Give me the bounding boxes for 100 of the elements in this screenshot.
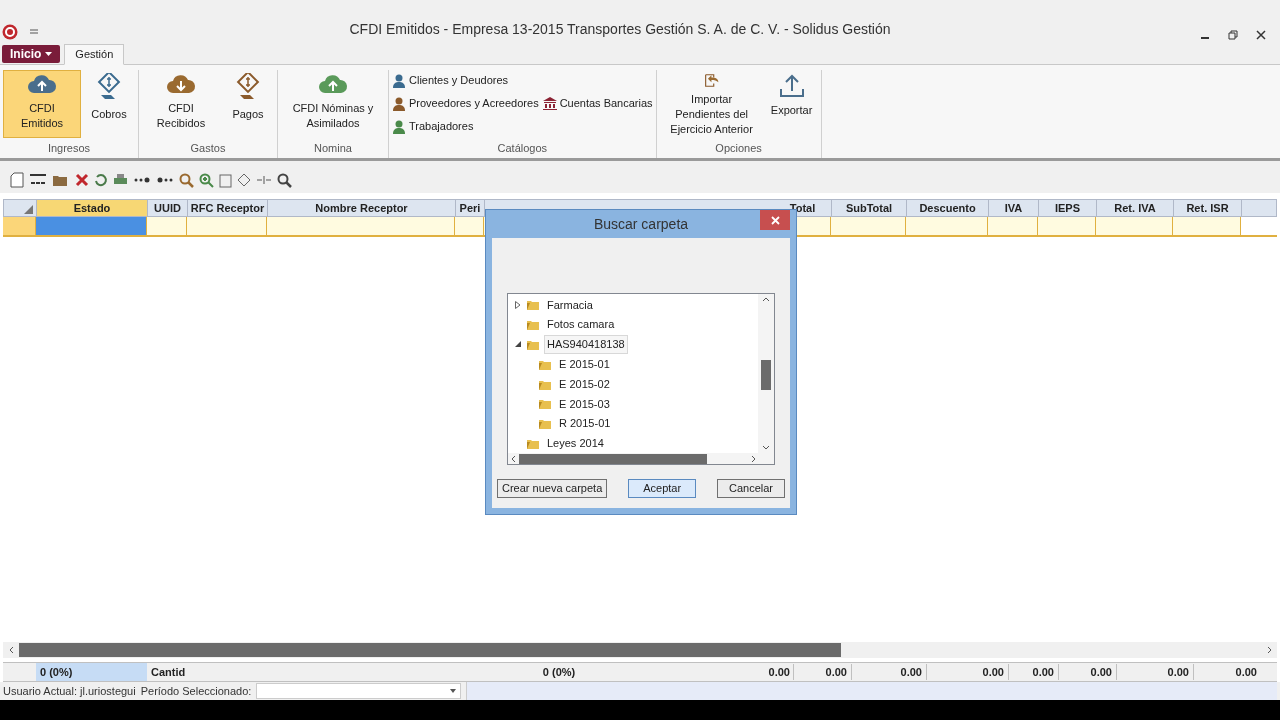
grid-cell[interactable] [36,217,147,235]
horizontal-scrollbar[interactable] [508,453,774,464]
period-label: Período Seleccionado: [140,683,252,699]
grid-cell[interactable] [455,217,484,235]
grid-cell[interactable] [1096,217,1173,235]
total-label: Cantid [150,664,187,680]
catalog-button[interactable]: Clientes y Deudores [392,72,539,89]
app-logo-icon [2,24,18,40]
group-label: Opciones [714,140,763,156]
dots-icon[interactable] [156,177,174,183]
dots-icon[interactable] [133,177,151,183]
catalog-button[interactable]: Cuentas Bancarias [542,95,653,112]
total-value: 0.00 [793,663,851,681]
catalog-button[interactable]: Trabajadores [392,118,539,135]
total-value: 0.00 [1008,663,1058,681]
grid-cell[interactable] [1038,217,1096,235]
grid-cell[interactable] [1173,217,1241,235]
scroll-right-icon[interactable] [1266,646,1272,654]
dialog-button[interactable]: Cancelar [717,479,785,498]
search-icon[interactable] [277,172,292,188]
grid-cell[interactable] [267,217,455,235]
folder-item[interactable]: E 2015-02 [556,374,613,394]
horizontal-scrollbar[interactable] [3,642,1277,658]
folder-item[interactable]: Fotos camara [544,315,618,334]
group-label: Ingresos [46,140,92,156]
folder-item[interactable]: E 2015-03 [556,394,613,414]
catalog-button[interactable]: Proveedores y Acreedores [392,95,539,112]
grid-cell[interactable] [147,217,187,235]
new-document-icon[interactable] [10,172,24,188]
current-user-label: Usuario Actual: jl.uriostegui [3,683,136,699]
window-title: CFDI Emitidos - Empresa 13-2015 Transportes Gestión S. A. de C. V. - Solidus Gestión [348,20,892,39]
total-value: 0.00 [851,663,926,681]
person-icon [392,119,406,134]
collapsed-arrow-icon[interactable] [515,300,521,309]
total-value: 0.00 [768,664,791,680]
bank-icon [542,97,557,110]
dialog-title: Buscar carpeta [593,214,689,234]
folder-icon [526,298,540,312]
folder-item[interactable]: Farmacia [544,295,596,315]
tag-icon[interactable] [237,173,251,187]
scroll-up-icon[interactable] [762,297,770,302]
expanded-arrow-icon[interactable] [515,341,521,348]
folder-icon [538,397,552,411]
scroll-left-icon[interactable] [511,454,516,463]
caret-icon [45,52,53,56]
scroll-right-icon[interactable] [751,454,756,463]
inicio-menu-button[interactable]: Inicio [2,45,61,63]
ribbon-button[interactable]: Exportar [765,70,818,138]
scrollbar-thumb[interactable] [19,643,841,657]
group-label: Catálogos [496,140,549,156]
grid-cell[interactable] [831,217,906,235]
person-icon [392,96,406,111]
folder-icon [526,318,540,332]
column-header[interactable]: Estado [37,200,148,216]
scrollbar-thumb[interactable] [761,360,771,390]
grid-cell[interactable] [906,217,988,235]
ribbon-button[interactable]: CFDI Nóminas y Asimilados [281,70,385,138]
export-icon [777,73,806,99]
count-total: 0 (0%) [541,664,577,680]
close-icon[interactable] [1256,30,1266,40]
scrollbar-thumb[interactable] [519,453,707,464]
caret-icon [450,689,457,693]
corner-triangle-icon [24,205,33,214]
ribbon-button[interactable]: CFDI Recibidos [142,70,220,138]
ribbon-button[interactable]: Cobros [83,70,135,138]
grid-cell[interactable] [187,217,267,235]
total-value: 0.00 [1193,663,1261,681]
folder-item[interactable]: R 2015-01 [556,414,614,433]
folder-icon [538,417,552,431]
zoom-out-icon[interactable] [179,172,194,188]
delete-icon[interactable] [75,173,89,187]
total-value: 0.00 [1116,663,1193,681]
total-value: 0.00 [1058,663,1116,681]
ribbon-button[interactable]: Importar Pendientes del Ejercicio Anterior [659,70,764,138]
print-icon[interactable] [113,173,128,187]
scroll-down-icon[interactable] [762,445,770,451]
column-header[interactable]: RFC Receptor [188,200,268,216]
vertical-scrollbar[interactable] [758,294,774,454]
person-icon [392,73,406,88]
split-icon[interactable] [256,175,272,185]
zoom-in-icon[interactable] [199,172,214,188]
restore-icon[interactable] [1228,30,1238,40]
close-icon [770,215,780,225]
dialog-button[interactable]: Aceptar [628,479,697,498]
folder-item[interactable]: HAS940418138 [544,335,628,354]
dialog-button[interactable]: Crear nueva carpeta [497,479,608,498]
folder-icon[interactable] [52,173,70,187]
scroll-left-icon[interactable] [8,646,14,654]
count-total: 0 (0%) [36,663,147,681]
folder-item[interactable]: Leyes 2014 [544,434,607,453]
grid-cell[interactable] [988,217,1038,235]
total-value: 0.00 [926,663,1008,681]
ribbon-button[interactable]: CFDI Emitidos [3,70,81,138]
close-button[interactable] [760,210,790,230]
refresh-icon[interactable] [94,173,108,187]
folder-item[interactable]: E 2015-01 [556,355,613,374]
folder-icon [526,338,540,351]
group-label: Gastos [189,140,227,156]
ribbon-tab[interactable]: Gestión [64,44,125,65]
ribbon-button[interactable]: Pagos [222,70,274,138]
